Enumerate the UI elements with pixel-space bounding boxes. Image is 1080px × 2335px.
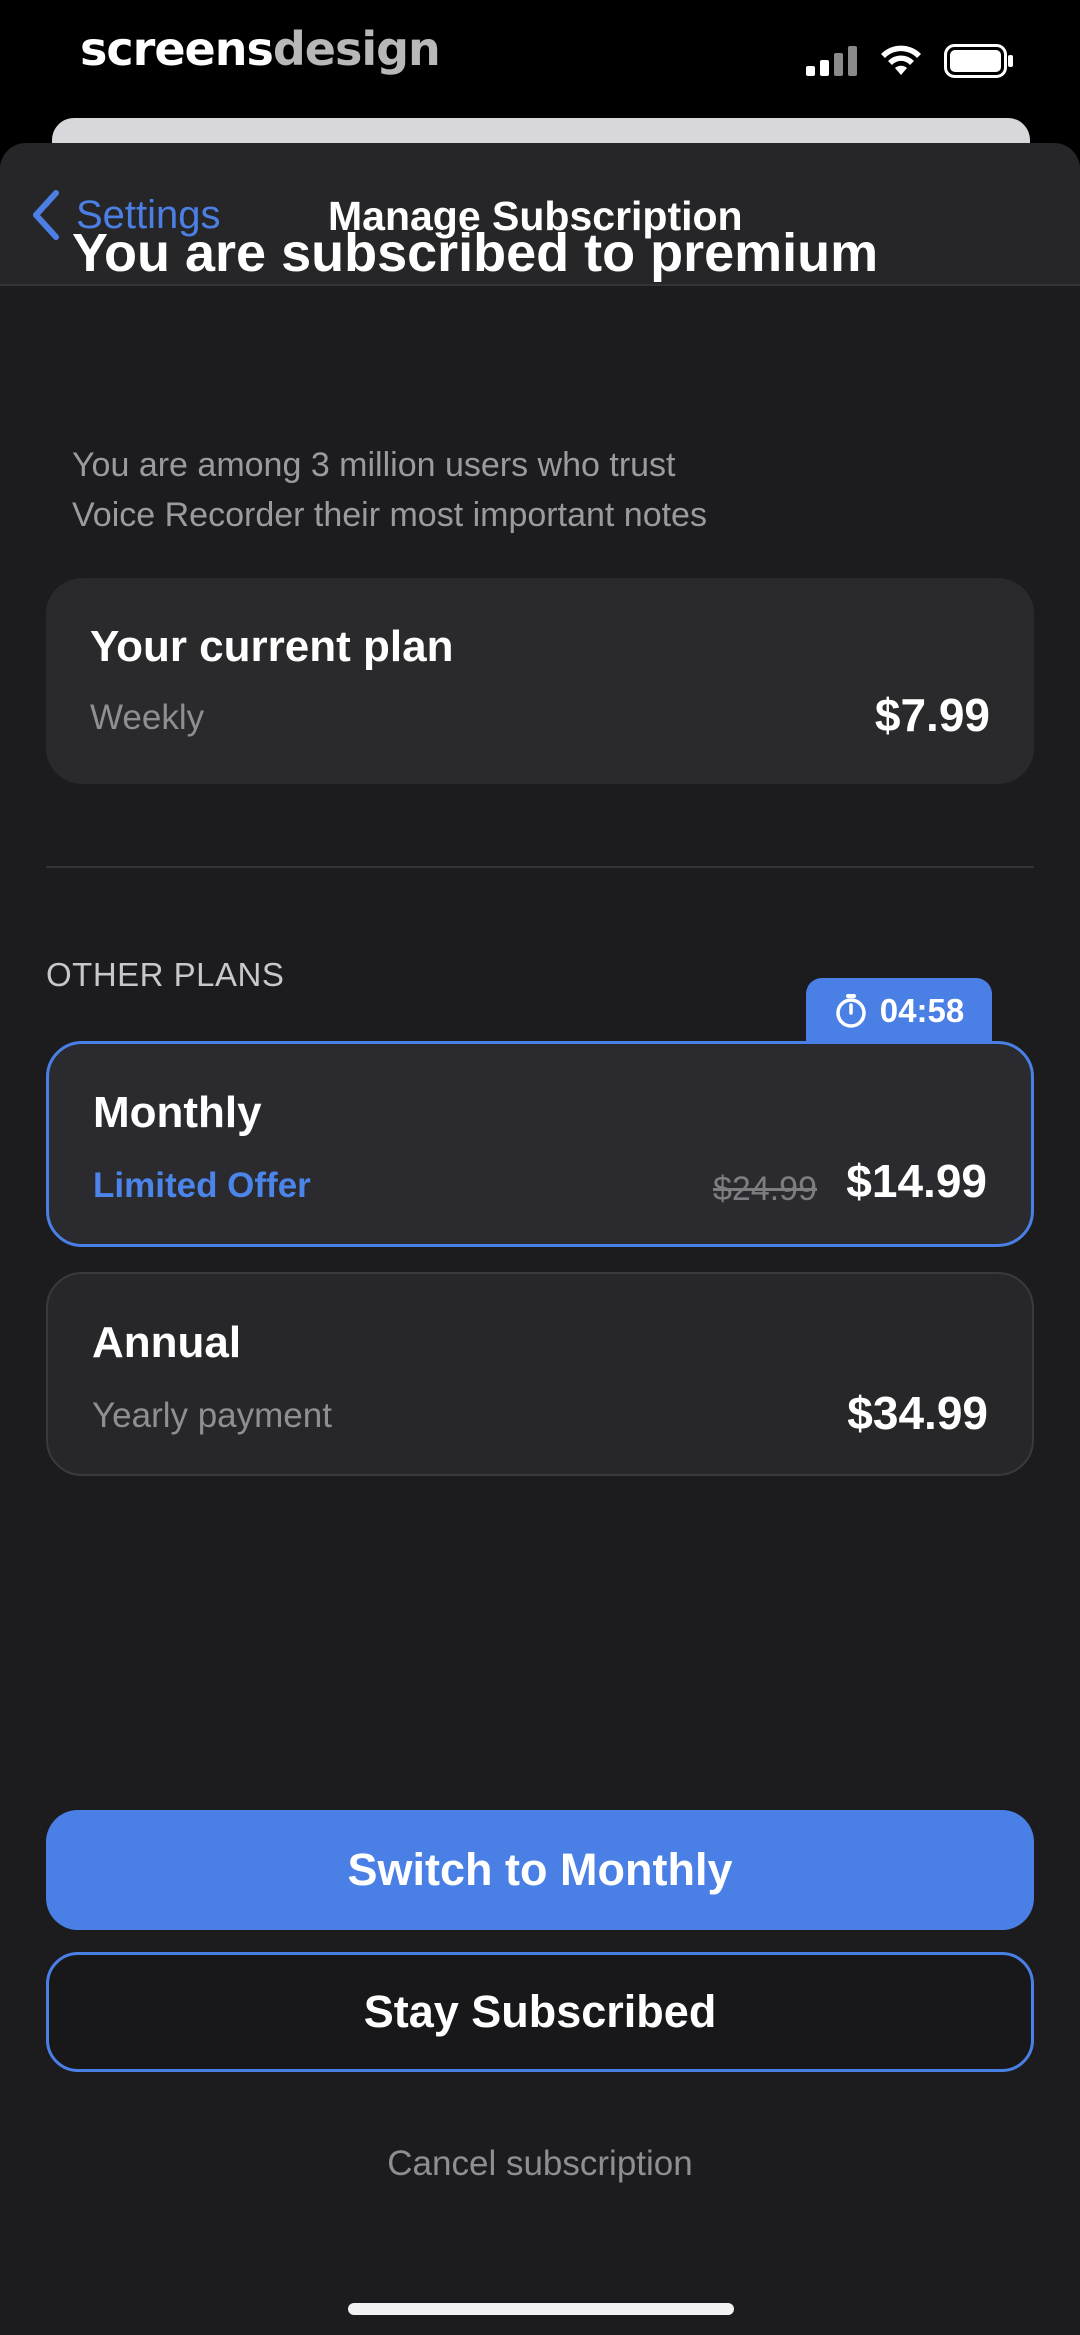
plan-card-annual[interactable]: Annual Yearly payment $34.99 (46, 1272, 1034, 1476)
plan-subtitle: Yearly payment (92, 1396, 332, 1435)
subscribed-headline: You are subscribed to premium (72, 223, 879, 283)
timer-icon (836, 994, 866, 1028)
battery-icon (944, 44, 1013, 78)
plan-price: $34.99 (847, 1387, 988, 1439)
switch-plan-button[interactable]: Switch to Monthly (46, 1810, 1034, 1930)
brand-part-1: screens (80, 22, 274, 76)
wifi-icon (881, 45, 921, 75)
stay-subscribed-button[interactable]: Stay Subscribed (46, 1952, 1034, 2072)
current-plan-price: $7.99 (874, 689, 990, 741)
plan-card-monthly[interactable]: Monthly Limited Offer $24.99 $14.99 (46, 1041, 1034, 1247)
signal-icon (806, 46, 857, 76)
status-bar: screensdesign (0, 0, 1080, 120)
current-plan-period: Weekly (90, 698, 205, 737)
divider (46, 866, 1034, 868)
timer-value: 04:58 (879, 992, 965, 1029)
chevron-left-icon (33, 190, 59, 240)
original-price: $24.99 (713, 1170, 817, 1208)
home-indicator[interactable] (348, 2303, 734, 2315)
current-plan-card: Your current plan Weekly $7.99 (46, 578, 1034, 784)
offer-timer-badge: 04:58 (806, 978, 992, 1044)
current-plan-title: Your current plan (90, 622, 454, 671)
plan-name: Annual (92, 1318, 242, 1367)
plan-price: $14.99 (846, 1155, 987, 1207)
subtitle-line-2: Voice Recorder their most important note… (72, 496, 707, 534)
plan-name: Monthly (93, 1088, 262, 1137)
brand-part-2: design (272, 22, 441, 76)
brand-watermark: screensdesign (80, 22, 441, 76)
status-icons (806, 44, 1014, 78)
subscribed-subtitle: You are among 3 million users who trust … (72, 440, 972, 540)
subtitle-line-1: You are among 3 million users who trust (72, 446, 676, 484)
cancel-subscription-link[interactable]: Cancel subscription (0, 2144, 1080, 2184)
limited-offer-label: Limited Offer (93, 1166, 311, 1205)
other-plans-label: OTHER PLANS (46, 956, 285, 993)
